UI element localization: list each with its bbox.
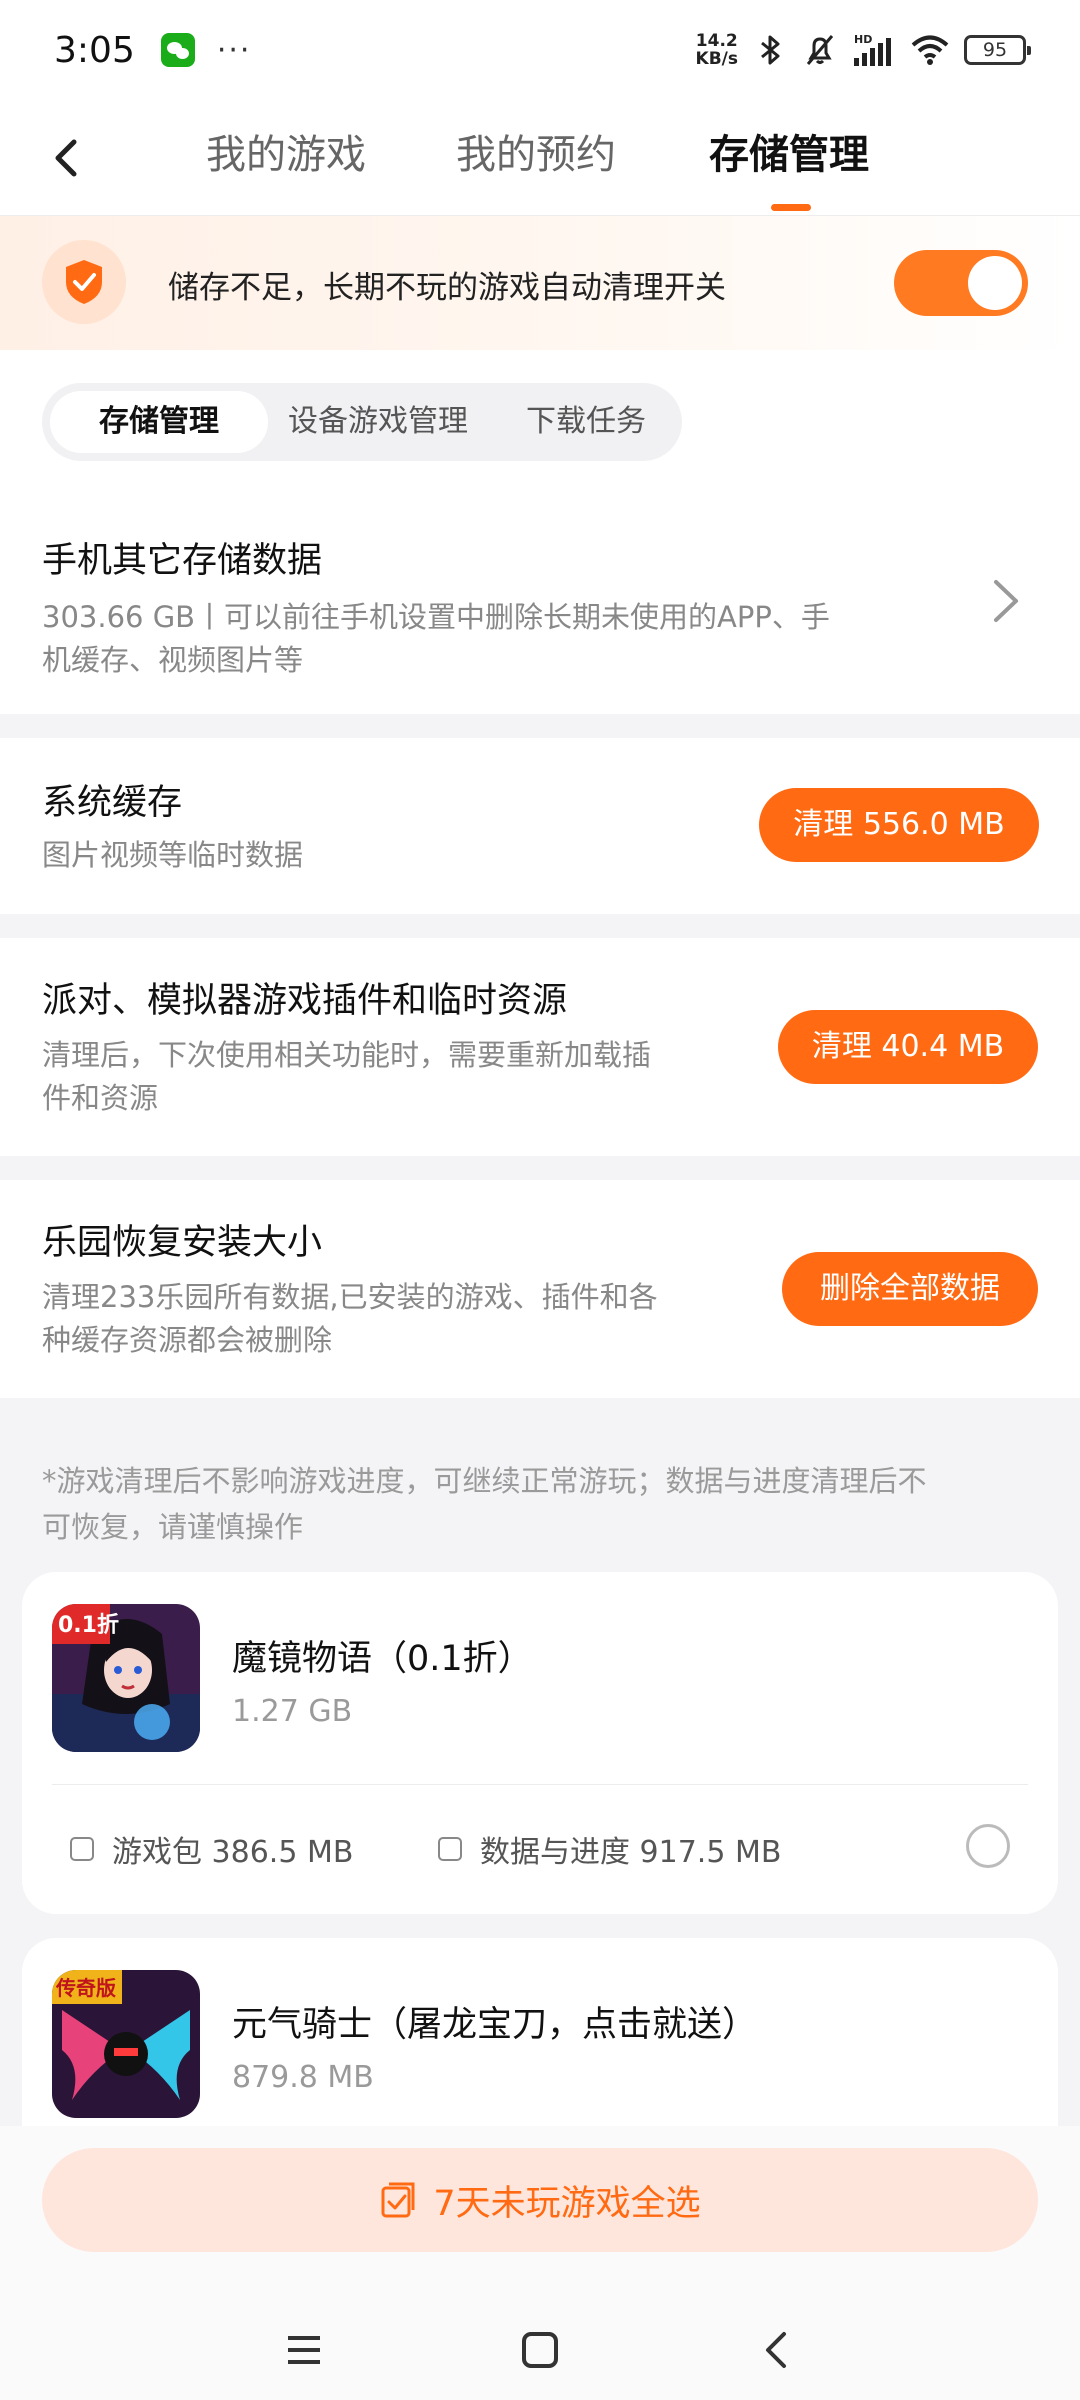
restore-card: 乐园恢复安装大小 清理233乐园所有数据,已安装的游戏、插件和各 种缓存资源都会… <box>0 1180 1080 1398</box>
game-name: 元气骑士（屠龙宝刀，点击就送） <box>232 2005 758 2045</box>
game-data-option[interactable]: 数据与进度 917.5 MB <box>438 1827 781 1871</box>
game-package-label: 游戏包 386.5 MB <box>112 1835 354 1870</box>
network-speed-unit: KB/s <box>695 49 738 69</box>
system-cache-desc: 图片视频等临时数据 <box>42 838 304 872</box>
system-back-icon[interactable] <box>756 2330 796 2370</box>
wifi-icon <box>911 35 949 65</box>
more-notifications-icon: ··· <box>216 32 252 68</box>
cleanup-note-line1: *游戏清理后不影响游戏进度，可继续正常游玩；数据与进度清理后不 <box>42 1464 927 1498</box>
signal-icon: HD <box>854 33 891 66</box>
game-package-checkbox[interactable] <box>70 1837 94 1861</box>
cleanup-note-line2: 可恢复，请谨慎操作 <box>42 1510 304 1544</box>
game-size: 879.8 MB <box>232 2060 374 2095</box>
other-storage-desc-line2: 机缓存、视频图片等 <box>42 643 304 677</box>
select-inactive-games-button[interactable]: 7天未玩游戏全选 <box>42 2148 1038 2252</box>
status-icons: 14.2 KB/s HD 95 <box>696 32 1031 68</box>
network-speed: 14.2 KB/s <box>696 32 738 68</box>
restore-desc: 清理233乐园所有数据,已安装的游戏、插件和各 种缓存资源都会被删除 <box>42 1276 658 1362</box>
auto-clean-banner: 储存不足，长期不玩的游戏自动清理开关 <box>0 216 1080 350</box>
chevron-right-icon[interactable] <box>988 574 1024 628</box>
select-inactive-games-inner: 7天未玩游戏全选 <box>42 2148 1038 2252</box>
top-nav: 我的游戏 我的预约 存储管理 <box>0 100 1080 216</box>
checklist-icon <box>381 2182 415 2218</box>
clean-system-cache-button[interactable]: 清理 556.0 MB <box>759 788 1039 862</box>
select-inactive-games-label: 7天未玩游戏全选 <box>433 2183 701 2224</box>
system-cache-title: 系统缓存 <box>42 783 183 823</box>
restore-title: 乐园恢复安装大小 <box>42 1223 323 1263</box>
other-storage-title: 手机其它存储数据 <box>42 541 323 581</box>
network-speed-value: 14.2 <box>695 31 738 51</box>
game-package-option[interactable]: 游戏包 386.5 MB <box>70 1827 353 1871</box>
game-item: 0.1折 魔镜物语（0.1折） 1.27 GB 游戏包 386.5 MB 数据与… <box>22 1572 1058 1914</box>
auto-clean-toggle[interactable] <box>894 250 1028 316</box>
game-icon-badge: 传奇版 <box>55 1976 116 2000</box>
plugins-desc: 清理后，下次使用相关功能时，需要重新加载插 件和资源 <box>42 1034 651 1120</box>
active-tab-indicator <box>771 204 811 211</box>
system-cache-card: 系统缓存 图片视频等临时数据 清理 556.0 MB <box>0 738 1080 914</box>
plugins-card: 派对、模拟器游戏插件和临时资源 清理后，下次使用相关功能时，需要重新加载插 件和… <box>0 938 1080 1156</box>
clean-plugins-button[interactable]: 清理 40.4 MB <box>778 1010 1038 1084</box>
tab-my-reservations[interactable]: 我的预约 <box>456 122 616 180</box>
segment-downloads[interactable]: 下载任务 <box>500 391 672 453</box>
wechat-icon <box>160 33 195 67</box>
bottom-area: 7天未玩游戏全选 <box>0 2126 1080 2400</box>
segment-device-games[interactable]: 设备游戏管理 <box>278 391 478 453</box>
signal-hd-label: HD <box>854 33 872 46</box>
divider <box>52 1784 1028 1785</box>
status-bar: 3:05 ··· 14.2 KB/s HD 95 <box>0 0 1080 100</box>
game-icon-soul-knight: 传奇版 <box>52 1970 200 2118</box>
other-storage-card[interactable]: 手机其它存储数据 303.66 GB丨可以前往手机设置中删除长期未使用的APP、… <box>0 484 1080 714</box>
game-data-label: 数据与进度 917.5 MB <box>480 1835 782 1870</box>
toggle-knob <box>968 256 1022 310</box>
battery-indicator: 95 <box>964 35 1031 65</box>
tab-my-games[interactable]: 我的游戏 <box>206 122 366 180</box>
game-name: 魔镜物语（0.1折） <box>232 1639 533 1679</box>
plugins-desc-line1: 清理后，下次使用相关功能时，需要重新加载插 <box>42 1038 652 1072</box>
segment-storage[interactable]: 存储管理 <box>50 391 268 453</box>
other-storage-desc-line1: 303.66 GB丨可以前往手机设置中删除长期未使用的APP、手 <box>42 600 830 634</box>
cleanup-note: *游戏清理后不影响游戏进度，可继续正常游玩；数据与进度清理后不 可恢复，请谨慎操… <box>42 1458 1038 1550</box>
menu-icon[interactable] <box>284 2330 324 2370</box>
game-icon-badge: 0.1折 <box>58 1613 119 1638</box>
game-data-checkbox[interactable] <box>438 1837 462 1861</box>
home-icon[interactable] <box>520 2330 560 2370</box>
tab-storage-management[interactable]: 存储管理 <box>709 122 869 180</box>
plugins-title: 派对、模拟器游戏插件和临时资源 <box>42 981 568 1021</box>
shield-icon-wrapper <box>42 240 126 324</box>
restore-desc-line1: 清理233乐园所有数据,已安装的游戏、插件和各 <box>42 1280 658 1314</box>
segmented-control: 存储管理 设备游戏管理 下载任务 <box>42 383 682 461</box>
bluetooth-icon <box>761 35 780 65</box>
mute-bell-icon <box>806 35 834 65</box>
other-storage-desc: 303.66 GB丨可以前往手机设置中删除长期未使用的APP、手 机缓存、视频图… <box>42 596 830 682</box>
restore-desc-line2: 种缓存资源都会被删除 <box>42 1323 333 1357</box>
shield-check-icon <box>66 260 102 304</box>
status-time: 3:05 <box>54 29 135 71</box>
game-select-radio[interactable] <box>966 1824 1010 1868</box>
segment-row: 存储管理 设备游戏管理 下载任务 <box>0 350 1080 484</box>
plugins-desc-line2: 件和资源 <box>42 1081 159 1115</box>
game-size: 1.27 GB <box>232 1694 353 1729</box>
back-arrow-icon[interactable] <box>40 128 94 188</box>
auto-clean-label: 储存不足，长期不玩的游戏自动清理开关 <box>168 270 726 306</box>
delete-all-data-button[interactable]: 删除全部数据 <box>782 1252 1038 1326</box>
game-icon-mirror-story: 0.1折 <box>52 1604 200 1752</box>
